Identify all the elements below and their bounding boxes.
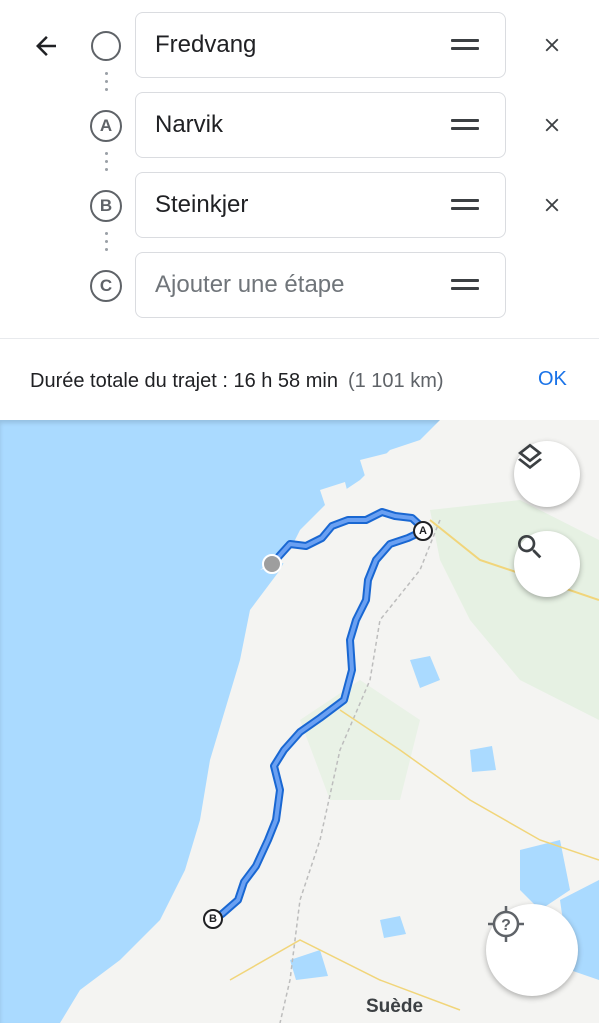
stop-a-value: Narvik — [155, 111, 224, 138]
search-icon — [518, 535, 542, 559]
remove-origin-button[interactable] — [532, 25, 572, 65]
stop-a-field[interactable]: Narvik — [135, 92, 506, 158]
origin-dot — [262, 554, 282, 574]
route-connector-dots — [105, 152, 108, 176]
stop-b-field[interactable]: Steinkjer — [135, 172, 506, 238]
layers-icon — [518, 443, 542, 470]
route-marker-b-label: B — [209, 913, 217, 925]
route-marker-a[interactable]: A — [413, 521, 433, 541]
divider — [0, 338, 599, 339]
add-stop-field[interactable]: Ajouter une étape — [135, 252, 506, 318]
route-connector-dots — [105, 232, 108, 256]
location-unknown-icon: ? — [488, 906, 524, 942]
lake — [470, 746, 496, 772]
svg-text:?: ? — [501, 917, 511, 934]
directions-panel: Fredvang A Narvik B Steinkjer C Ajouter … — [0, 0, 599, 420]
stop-b-value: Steinkjer — [155, 191, 249, 218]
search-map-button[interactable] — [514, 531, 580, 597]
remove-stop-b-button[interactable] — [532, 185, 572, 225]
origin-value: Fredvang — [155, 31, 257, 58]
close-icon — [545, 118, 559, 132]
ok-button[interactable]: OK — [538, 368, 567, 391]
remove-stop-a-button[interactable] — [532, 105, 572, 145]
route-connector-dots — [105, 72, 108, 96]
drag-handle-icon[interactable] — [451, 39, 479, 53]
drag-handle-icon[interactable] — [451, 199, 479, 213]
trip-summary: Durée totale du trajet : 16 h 58 min (1 1… — [30, 370, 444, 393]
drag-handle-icon[interactable] — [451, 119, 479, 133]
drag-handle-icon[interactable] — [451, 279, 479, 293]
trip-duration: Durée totale du trajet : 16 h 58 min — [30, 370, 338, 392]
close-icon — [545, 38, 559, 52]
origin-marker-icon — [91, 31, 121, 61]
map-view[interactable]: A B ? Suède — [0, 420, 599, 1023]
layers-button[interactable] — [514, 441, 580, 507]
back-button[interactable] — [22, 22, 70, 70]
stop-c-marker-icon: C — [90, 270, 122, 302]
country-label: Suède — [366, 996, 424, 1017]
origin-field[interactable]: Fredvang — [135, 12, 506, 78]
add-stop-placeholder: Ajouter une étape — [155, 271, 345, 298]
trip-distance: (1 101 km) — [347, 370, 444, 392]
close-icon — [545, 198, 559, 212]
route-marker-a-label: A — [419, 525, 427, 537]
route-marker-b[interactable]: B — [203, 909, 223, 929]
arrow-left-icon — [36, 36, 56, 56]
my-location-button[interactable]: ? — [486, 904, 578, 996]
stop-a-marker-icon: A — [90, 110, 122, 142]
stop-b-marker-icon: B — [90, 190, 122, 222]
